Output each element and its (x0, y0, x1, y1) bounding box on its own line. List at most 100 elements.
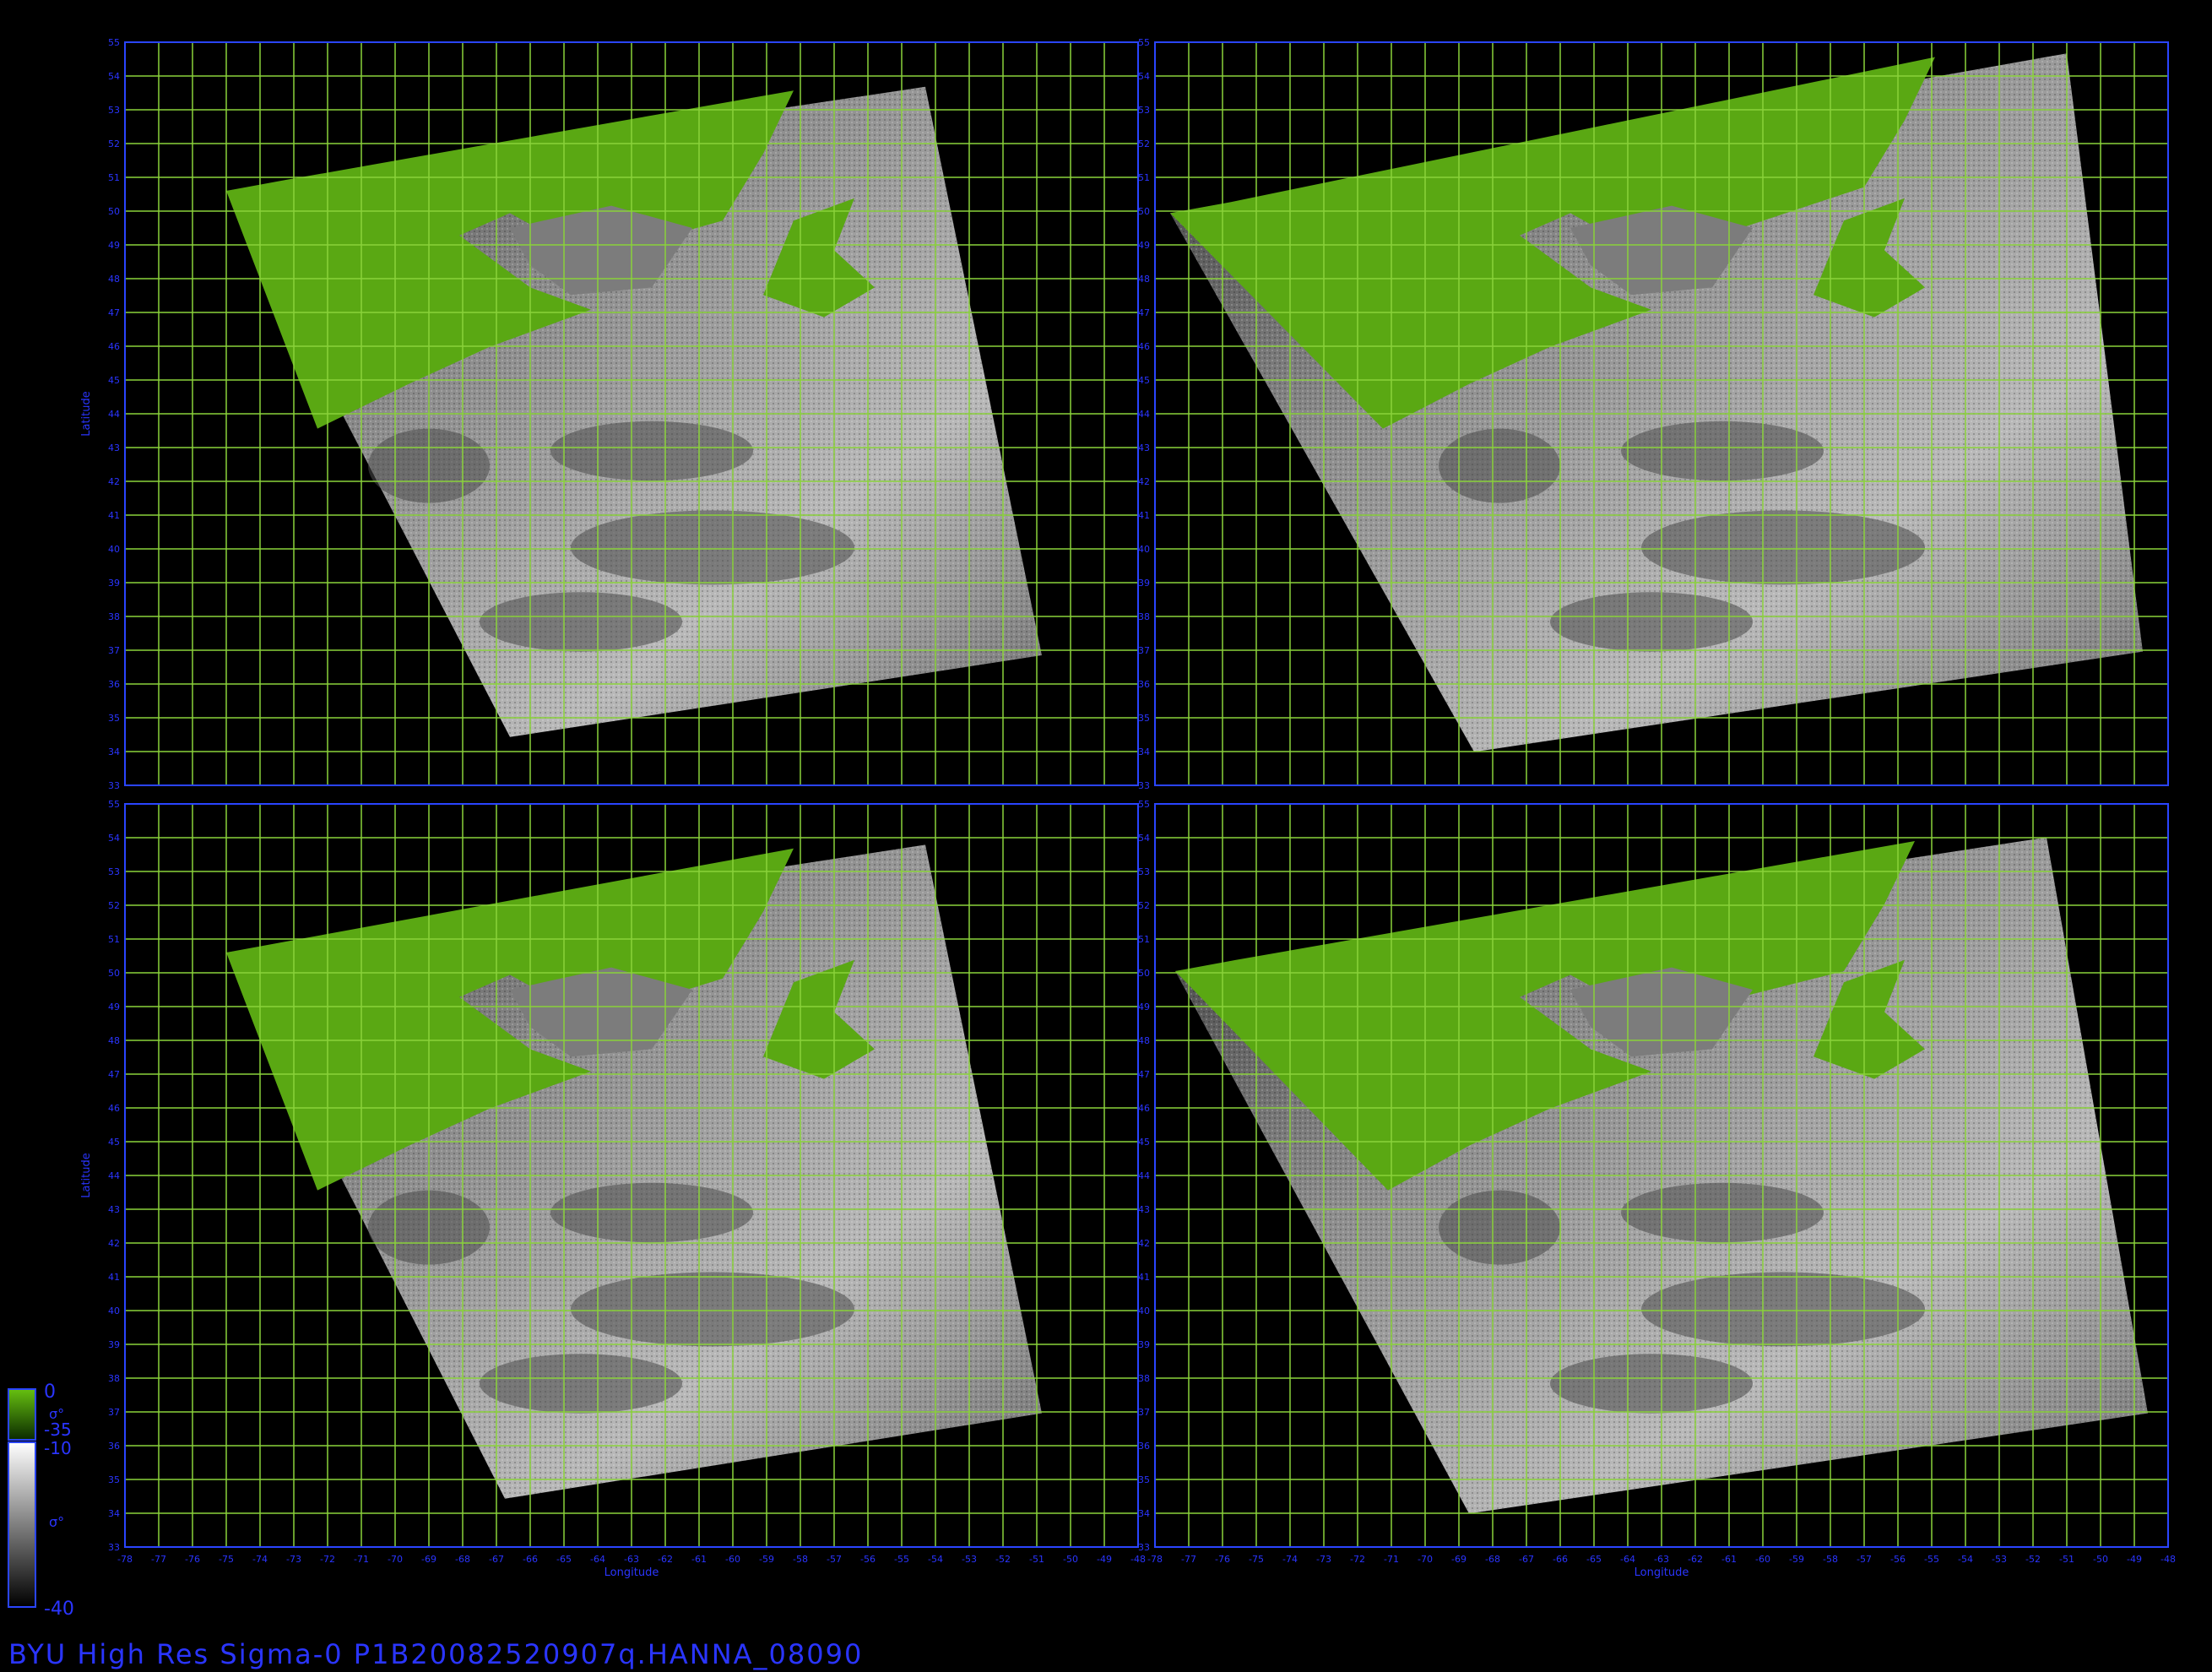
lon-tick-label: -49 (1097, 1554, 1112, 1565)
lat-tick-label: 51 (1138, 172, 1150, 183)
low-backscatter-region (550, 421, 753, 481)
lon-tick-label: -60 (1755, 1554, 1770, 1565)
x-axis-label: Longitude (1635, 1566, 1689, 1579)
lat-tick-label: 38 (108, 611, 120, 622)
lat-tick-label: 41 (108, 510, 120, 521)
low-backscatter-region (550, 1182, 753, 1243)
lat-tick-label: 36 (1138, 1441, 1150, 1452)
lon-tick-label: -66 (1553, 1554, 1568, 1565)
lat-tick-label: 35 (1138, 1474, 1150, 1485)
lat-tick-label: 43 (108, 1204, 120, 1215)
lat-tick-label: 36 (108, 679, 120, 690)
lon-tick-label: -61 (1721, 1554, 1737, 1565)
lat-tick-label: 41 (1138, 1272, 1150, 1283)
lon-tick-label: -67 (1519, 1554, 1534, 1565)
lat-tick-label: 37 (1138, 1407, 1150, 1418)
lat-tick-label: 34 (108, 1508, 120, 1519)
lon-tick-label: -63 (624, 1554, 639, 1565)
lat-tick-label: 48 (108, 1035, 120, 1046)
lat-tick-label: 49 (1138, 240, 1150, 251)
lon-tick-label: -59 (759, 1554, 774, 1565)
lon-tick-label: -60 (725, 1554, 740, 1565)
lat-tick-label: 41 (1138, 510, 1150, 521)
panel-top-left: 33 34 35 36 37 38 39 40 41 42 43 44 45 46 47 48 49 50 51 52… (80, 37, 1139, 791)
lon-tick-label: -48 (2160, 1554, 2176, 1565)
lat-tick-label: 39 (1138, 1339, 1150, 1350)
lon-tick-label: -70 (388, 1554, 403, 1565)
lat-tick-label: 49 (1138, 1002, 1150, 1012)
lat-tick-label: 49 (108, 240, 120, 251)
lat-tick-label: 39 (108, 1339, 120, 1350)
land-min-label: -35 (44, 1420, 72, 1440)
lon-tick-label: -73 (286, 1554, 301, 1565)
lon-tick-label: -53 (962, 1554, 977, 1565)
lat-tick-label: 55 (1138, 37, 1150, 48)
lat-tick-label: 45 (108, 1137, 120, 1148)
y-axis-label: Latitude (80, 391, 93, 437)
ocean-colorbar (8, 1441, 36, 1608)
land-sigma-label: σ° (49, 1406, 64, 1422)
lat-tick-label: 46 (1138, 1103, 1150, 1114)
lon-tick-label: -75 (219, 1554, 234, 1565)
lat-tick-label: 39 (1138, 578, 1150, 589)
lat-tick-label: 48 (1138, 1035, 1150, 1046)
lon-tick-label: -53 (1992, 1554, 2007, 1565)
lat-tick-label: 45 (108, 375, 120, 386)
lon-tick-label: -63 (1654, 1554, 1669, 1565)
lon-tick-label: -68 (455, 1554, 470, 1565)
lon-tick-label: -76 (185, 1554, 200, 1565)
panel-top-right: 33 34 35 36 37 38 39 40 41 42 43 44 45 46 47 48 49 50 51 52… (1138, 37, 2169, 791)
low-backscatter-region (1439, 1190, 1560, 1265)
lon-tick-label: -72 (320, 1554, 335, 1565)
lon-tick-label: -55 (894, 1554, 909, 1565)
x-axis-label: Longitude (605, 1566, 659, 1579)
lon-tick-label: -74 (1282, 1554, 1298, 1565)
lat-tick-label: 48 (108, 274, 120, 285)
low-backscatter-region (1550, 592, 1753, 652)
lat-tick-label: 53 (108, 866, 120, 877)
lon-tick-label: -56 (1890, 1554, 1906, 1565)
lat-tick-label: 35 (1138, 713, 1150, 724)
lat-tick-label: 43 (1138, 442, 1150, 453)
lon-tick-label: -78 (117, 1554, 133, 1565)
lon-tick-label: -67 (489, 1554, 504, 1565)
lat-tick-label: 38 (1138, 611, 1150, 622)
lon-tick-label: -52 (995, 1554, 1011, 1565)
lon-tick-label: -69 (1451, 1554, 1467, 1565)
lat-tick-label: 37 (108, 1407, 120, 1418)
lat-tick-label: 46 (1138, 341, 1150, 352)
lat-tick-label: 53 (1138, 866, 1150, 877)
lat-tick-label: 47 (108, 1069, 120, 1080)
lon-tick-label: -56 (860, 1554, 876, 1565)
lat-tick-label: 34 (1138, 746, 1150, 757)
lat-tick-label: 35 (108, 1474, 120, 1485)
lon-tick-label: -61 (691, 1554, 707, 1565)
lat-tick-label: 46 (108, 1103, 120, 1114)
lon-tick-label: -70 (1418, 1554, 1433, 1565)
lon-tick-label: -64 (590, 1554, 605, 1565)
lat-tick-label: 43 (108, 442, 120, 453)
lat-tick-label: 42 (108, 476, 120, 487)
lat-tick-label: 44 (108, 409, 120, 420)
lat-tick-label: 33 (1138, 780, 1150, 791)
lat-tick-label: 40 (108, 1306, 120, 1316)
lat-tick-label: 53 (1138, 105, 1150, 116)
lat-tick-label: 38 (1138, 1373, 1150, 1384)
panel-bottom-left: 33 34 35 36 37 38 39 40 41 42 43 44 45 46 47 48 49 50 51 52… (80, 799, 1146, 1579)
lat-tick-label: 47 (1138, 307, 1150, 318)
lat-tick-label: 36 (1138, 679, 1150, 690)
lon-tick-label: -78 (1147, 1554, 1163, 1565)
ocean-max-label: -10 (44, 1438, 72, 1458)
colorbar-legend: 0 -35-10 -40 σ° σ° (8, 1382, 74, 1620)
low-backscatter-region (571, 510, 854, 585)
lat-tick-label: 37 (1138, 645, 1150, 656)
lon-tick-label: -76 (1215, 1554, 1230, 1565)
lon-tick-label: -77 (151, 1554, 166, 1565)
lon-tick-label: -62 (1688, 1554, 1703, 1565)
lat-tick-label: 54 (1138, 71, 1150, 82)
lon-tick-label: -59 (1789, 1554, 1804, 1565)
lon-tick-label: -71 (1384, 1554, 1399, 1565)
lat-tick-label: 41 (108, 1272, 120, 1283)
lat-tick-label: 34 (108, 746, 120, 757)
lon-tick-label: -75 (1249, 1554, 1264, 1565)
